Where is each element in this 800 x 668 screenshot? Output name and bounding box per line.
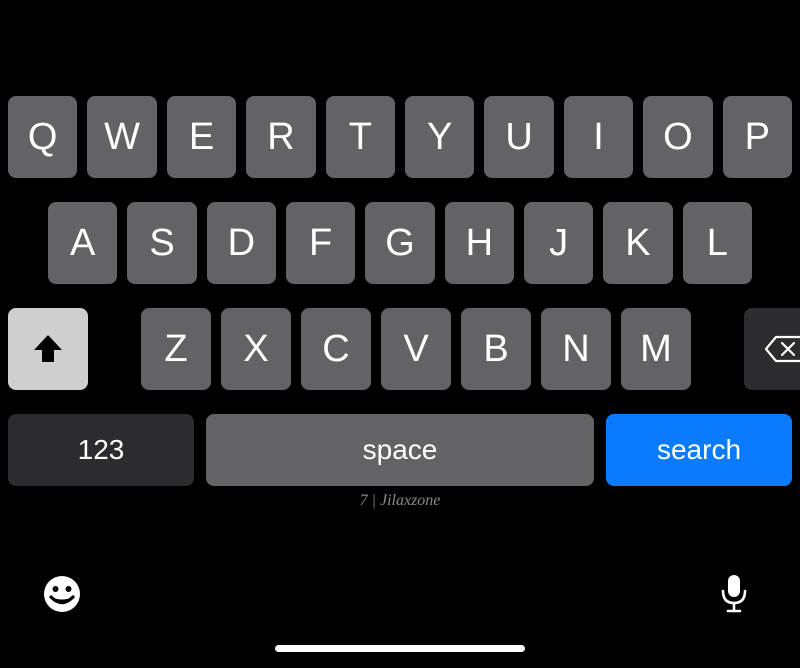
spacer (701, 308, 734, 390)
key-d[interactable]: D (207, 202, 276, 284)
key-q[interactable]: Q (8, 96, 77, 178)
on-screen-keyboard: Q W E R T Y U I O P A S D F G H J K L Z … (8, 96, 792, 510)
key-e[interactable]: E (167, 96, 236, 178)
keyboard-row-4: 123 space search (8, 414, 792, 486)
key-j[interactable]: J (524, 202, 593, 284)
key-b[interactable]: B (461, 308, 531, 390)
delete-key[interactable] (744, 308, 800, 390)
shift-icon (32, 334, 64, 364)
key-x[interactable]: X (221, 308, 291, 390)
keyboard-row-3: Z X C V B N M (8, 308, 792, 390)
key-a[interactable]: A (48, 202, 117, 284)
key-u[interactable]: U (484, 96, 553, 178)
space-key[interactable]: space (206, 414, 594, 486)
key-z[interactable]: Z (141, 308, 211, 390)
key-o[interactable]: O (643, 96, 712, 178)
keyboard-row-1: Q W E R T Y U I O P (8, 96, 792, 178)
key-t[interactable]: T (326, 96, 395, 178)
delete-icon (764, 334, 800, 364)
key-y[interactable]: Y (405, 96, 474, 178)
caption-text: 7 | Jilaxzone (8, 492, 792, 510)
keyboard-row-2: A S D F G H J K L (8, 202, 792, 284)
key-i[interactable]: I (564, 96, 633, 178)
key-n[interactable]: N (541, 308, 611, 390)
spacer (98, 308, 131, 390)
shift-key[interactable] (8, 308, 88, 390)
emoji-icon (42, 574, 82, 614)
key-l[interactable]: L (683, 202, 752, 284)
key-m[interactable]: M (621, 308, 691, 390)
key-r[interactable]: R (246, 96, 315, 178)
bottom-bar (0, 572, 800, 652)
key-c[interactable]: C (301, 308, 371, 390)
key-s[interactable]: S (127, 202, 196, 284)
key-h[interactable]: H (445, 202, 514, 284)
search-key[interactable]: search (606, 414, 792, 486)
key-g[interactable]: G (365, 202, 434, 284)
mic-icon (719, 573, 749, 615)
key-w[interactable]: W (87, 96, 156, 178)
numeric-key[interactable]: 123 (8, 414, 194, 486)
microphone-button[interactable] (714, 572, 754, 616)
key-f[interactable]: F (286, 202, 355, 284)
key-k[interactable]: K (603, 202, 672, 284)
emoji-button[interactable] (40, 572, 84, 616)
key-v[interactable]: V (381, 308, 451, 390)
home-indicator[interactable] (275, 645, 525, 652)
key-p[interactable]: P (723, 96, 792, 178)
